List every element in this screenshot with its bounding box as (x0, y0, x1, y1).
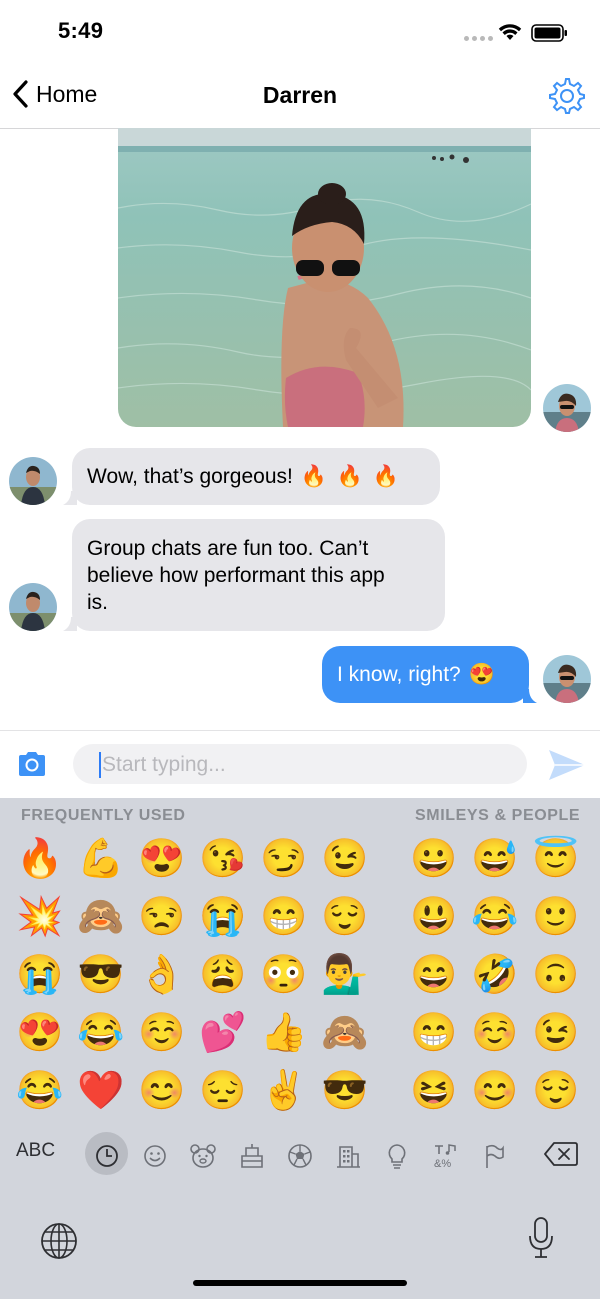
emoji-key[interactable]: 💁‍♂️ (315, 946, 375, 1004)
emoji-key[interactable]: 🙃 (526, 946, 586, 1004)
avatar-photo (9, 583, 57, 631)
message-line: is. (87, 591, 108, 614)
smiley-icon[interactable] (141, 1140, 169, 1172)
emoji-key[interactable]: 🙈 (315, 1004, 375, 1062)
animal-icon[interactable] (188, 1140, 218, 1172)
camera-icon[interactable] (16, 750, 48, 778)
emoji-key[interactable]: 💥 (10, 888, 70, 946)
symbols-icon[interactable]: &% (431, 1140, 459, 1172)
avatar[interactable] (9, 457, 57, 505)
emoji-key[interactable]: 😘 (193, 830, 253, 888)
message-bubble-incoming[interactable]: Wow, that’s gorgeous! 🔥 🔥 🔥 (72, 448, 440, 505)
section-label-smileys: SMILEYS & PEOPLE (415, 807, 581, 824)
text-caret (99, 752, 101, 778)
avatar[interactable] (543, 655, 591, 703)
message-placeholder: Start typing... (102, 753, 226, 776)
emoji-key[interactable]: 😎 (71, 946, 131, 1004)
message-emoji: 😍 (468, 663, 495, 686)
message-line: believe how performant this app (87, 564, 385, 587)
emoji-key[interactable]: 😍 (10, 1004, 70, 1062)
home-indicator (193, 1280, 407, 1286)
emoji-key[interactable]: 🤣 (465, 946, 525, 1004)
emoji-key[interactable]: ❤️ (71, 1062, 131, 1120)
emoji-key[interactable]: 😏 (254, 830, 314, 888)
emoji-key[interactable]: 😁 (254, 888, 314, 946)
svg-text:&%: &% (434, 1158, 451, 1170)
message-emoji: 🔥 🔥 🔥 (300, 465, 401, 488)
globe-icon[interactable] (40, 1222, 78, 1260)
status-time: 5:49 (58, 18, 104, 43)
message-text: I know, right? (337, 663, 461, 686)
avatar[interactable] (543, 384, 591, 432)
emoji-key[interactable]: 💕 (193, 1004, 253, 1062)
emoji-key[interactable]: ☺️ (132, 1004, 192, 1062)
emoji-key[interactable]: 😊 (465, 1062, 525, 1120)
battery-icon (531, 24, 567, 42)
emoji-key[interactable]: 😉 (526, 1004, 586, 1062)
emoji-key[interactable]: ☺️ (465, 1004, 525, 1062)
emoji-key[interactable]: 😳 (254, 946, 314, 1004)
message-text: Wow, that’s gorgeous! (87, 465, 293, 488)
microphone-icon[interactable] (527, 1216, 555, 1260)
avatar-photo (9, 457, 57, 505)
flag-icon[interactable] (481, 1140, 507, 1172)
emoji-key[interactable]: 😇 (526, 830, 586, 888)
building-icon[interactable] (334, 1140, 362, 1172)
backspace-icon[interactable] (544, 1141, 578, 1167)
shared-photo[interactable] (118, 128, 531, 427)
emoji-key[interactable]: 😅 (465, 830, 525, 888)
avatar-photo (543, 384, 591, 432)
emoji-key[interactable]: 💪 (71, 830, 131, 888)
emoji-key[interactable]: 😆 (404, 1062, 464, 1120)
emoji-key[interactable]: 😄 (404, 946, 464, 1004)
message-bubble-outgoing[interactable]: I know, right? 😍 (322, 646, 529, 703)
gear-icon[interactable] (548, 77, 586, 115)
bubble-tail (63, 617, 77, 631)
message-bubble-incoming[interactable]: Group chats are fun too. Can’t believe h… (72, 519, 445, 631)
send-icon[interactable] (548, 748, 586, 782)
emoji-key[interactable]: ✌️ (254, 1062, 314, 1120)
signal-dots-icon (464, 36, 493, 41)
bubble-tail (63, 491, 77, 505)
frequent-emoji-grid: 🔥 💪 😍 😘 😏 😉 💥 🙈 😒 😭 😁 😌 😭 😎 👌 😩 😳 💁‍♂️ 😍… (10, 830, 376, 1120)
abc-button[interactable]: ABC (16, 1140, 55, 1162)
avatar[interactable] (9, 583, 57, 631)
food-icon[interactable] (238, 1140, 266, 1172)
avatar-photo (543, 655, 591, 703)
section-label-frequent: FREQUENTLY USED (21, 807, 186, 824)
emoji-key[interactable]: 😩 (193, 946, 253, 1004)
emoji-key[interactable]: 👌 (132, 946, 192, 1004)
emoji-key[interactable]: 😃 (404, 888, 464, 946)
ball-icon[interactable] (286, 1140, 314, 1172)
page-title: Darren (262, 82, 338, 108)
message-line: Group chats are fun too. Can’t (87, 537, 369, 560)
emoji-key[interactable]: 😁 (404, 1004, 464, 1062)
wifi-icon (498, 24, 522, 40)
emoji-key[interactable]: 😂 (465, 888, 525, 946)
emoji-key[interactable]: 😉 (315, 830, 375, 888)
emoji-key[interactable]: 😍 (132, 830, 192, 888)
emoji-key[interactable]: 😎 (315, 1062, 375, 1120)
emoji-key[interactable]: 😌 (526, 1062, 586, 1120)
bubble-tail (523, 689, 537, 703)
emoji-key[interactable]: 😒 (132, 888, 192, 946)
emoji-key[interactable]: 😔 (193, 1062, 253, 1120)
emoji-key[interactable]: 😂 (10, 1062, 70, 1120)
emoji-key[interactable]: 😀 (404, 830, 464, 888)
emoji-key[interactable]: 😭 (10, 946, 70, 1004)
emoji-key[interactable]: 😊 (132, 1062, 192, 1120)
recent-icon[interactable] (93, 1140, 121, 1172)
beach-photo (118, 128, 531, 427)
emoji-key[interactable]: 🔥 (10, 830, 70, 888)
emoji-key[interactable]: 🙈 (71, 888, 131, 946)
emoji-key[interactable]: 😭 (193, 888, 253, 946)
emoji-key[interactable]: 😂 (71, 1004, 131, 1062)
message-text-block: Group chats are fun too. Can’t believe h… (72, 519, 445, 616)
bulb-icon[interactable] (384, 1140, 410, 1172)
emoji-key[interactable]: 🙂 (526, 888, 586, 946)
emoji-key[interactable]: 😌 (315, 888, 375, 946)
emoji-key[interactable]: 👍 (254, 1004, 314, 1062)
smileys-emoji-grid: 😀 😅 😇 😃 😂 🙂 😄 🤣 🙃 😁 ☺️ 😉 😆 😊 😌 (404, 830, 587, 1120)
